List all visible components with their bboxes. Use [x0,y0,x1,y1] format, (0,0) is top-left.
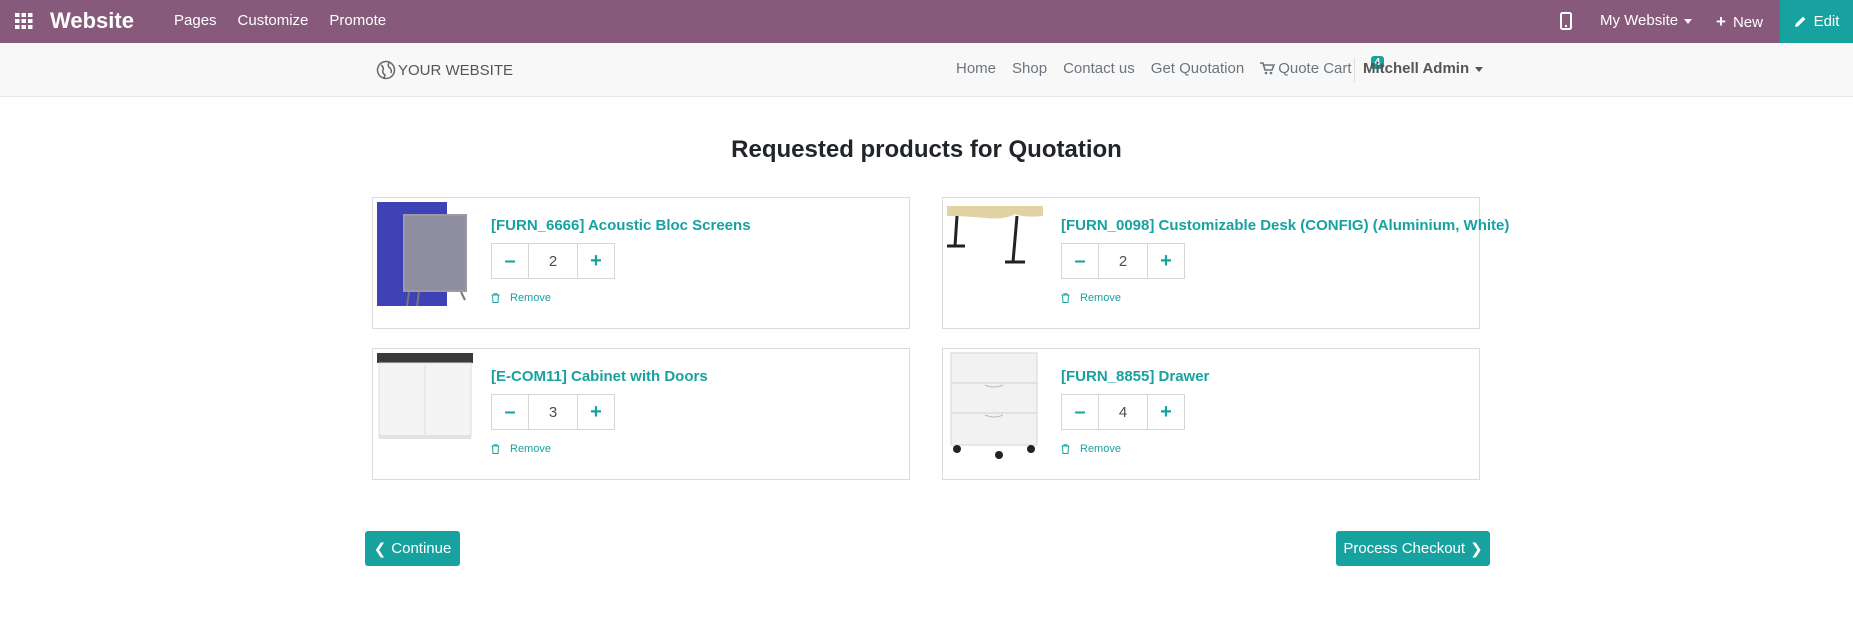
nav-shop[interactable]: Shop [1012,60,1047,77]
menu-customize[interactable]: Customize [238,12,309,29]
website-switcher-label: My Website [1600,12,1679,29]
caret-down-icon [1684,18,1693,24]
nav-contact-us[interactable]: Contact us [1063,60,1135,77]
increase-quantity-button[interactable]: + [577,394,615,430]
quantity-stepper: – 4 + [1061,394,1185,430]
product-card: [FURN_6666] Acoustic Bloc Screens – 2 + … [372,197,910,329]
remove-link[interactable]: Remove [1061,292,1121,304]
user-menu[interactable]: Mitchell Admin [1363,60,1484,77]
quantity-stepper: – 2 + [491,243,615,279]
increase-quantity-button[interactable]: + [1147,394,1185,430]
globe-icon [376,60,396,80]
nav-get-quotation[interactable]: Get Quotation [1151,60,1244,77]
checkout-label: Process Checkout [1343,540,1466,557]
page-title: Requested products for Quotation [731,136,1122,163]
product-card: [FURN_8855] Drawer – 4 + Remove [942,348,1480,480]
caret-down-icon [1475,66,1484,72]
product-name-link[interactable]: [E-COM11] Cabinet with Doors [491,368,708,385]
continue-label: Continue [391,540,452,557]
quantity-stepper: – 2 + [1061,243,1185,279]
increase-quantity-button[interactable]: + [577,243,615,279]
quote-cart-label: Quote Cart [1278,60,1352,77]
new-button-label: New [1732,14,1763,31]
quantity-input[interactable]: 2 [1099,243,1147,279]
product-name-link[interactable]: [FURN_8855] Drawer [1061,368,1209,385]
edit-button-label: Edit [1813,13,1840,30]
drawer-image [950,352,1038,459]
user-name: Mitchell Admin [1363,60,1470,77]
decrease-quantity-button[interactable]: – [491,243,529,279]
remove-link[interactable]: Remove [1061,443,1121,455]
nav-home[interactable]: Home [956,60,996,77]
process-checkout-button[interactable]: Process Checkout ❯ [1336,531,1490,566]
website-navbar: YOUR WEBSITE Home Shop Contact us Get Qu… [0,43,1853,97]
remove-label: Remove [1080,443,1121,455]
quantity-input[interactable]: 3 [529,394,577,430]
remove-link[interactable]: Remove [491,443,551,455]
remove-label: Remove [510,443,551,455]
trash-icon [491,444,500,454]
menu-promote[interactable]: Promote [329,12,386,29]
app-brand[interactable]: Website [50,8,134,34]
trash-icon [1061,444,1070,454]
quantity-stepper: – 3 + [491,394,615,430]
edit-button[interactable]: Edit [1780,0,1853,43]
continue-button[interactable]: ❮ Continue [365,531,460,566]
admin-top-bar: Website Pages Customize Promote My Websi… [0,0,1853,43]
new-button[interactable]: + New [1716,12,1763,32]
increase-quantity-button[interactable]: + [1147,243,1185,279]
mobile-preview-icon[interactable] [1560,12,1572,30]
product-name-link[interactable]: [FURN_6666] Acoustic Bloc Screens [491,217,751,234]
trash-icon [491,293,500,303]
decrease-quantity-button[interactable]: – [1061,394,1099,430]
chevron-right-icon: ❯ [1470,540,1483,558]
decrease-quantity-button[interactable]: – [1061,243,1099,279]
admin-menu: Pages Customize Promote [174,12,407,29]
remove-label: Remove [510,292,551,304]
acoustic-screens-image [377,202,467,307]
quantity-input[interactable]: 4 [1099,394,1147,430]
cart-icon [1260,62,1276,75]
product-name-link[interactable]: [FURN_0098] Customizable Desk (CONFIG) (… [1061,217,1509,234]
product-card: [E-COM11] Cabinet with Doors – 3 + Remov… [372,348,910,480]
desk-image [947,206,1043,264]
cabinet-image [377,353,473,439]
product-card: [FURN_0098] Customizable Desk (CONFIG) (… [942,197,1509,329]
quantity-input[interactable]: 2 [529,243,577,279]
remove-link[interactable]: Remove [491,292,551,304]
remove-label: Remove [1080,292,1121,304]
chevron-left-icon: ❮ [373,540,387,558]
site-logo[interactable]: YOUR WEBSITE [376,60,513,80]
trash-icon [1061,293,1070,303]
decrease-quantity-button[interactable]: – [491,394,529,430]
site-nav-links: Home Shop Contact us Get Quotation Quote… [956,56,1416,77]
apps-menu-icon[interactable] [14,11,34,31]
nav-divider [1354,58,1355,82]
plus-icon: + [1716,12,1726,31]
pencil-icon [1794,16,1805,27]
menu-pages[interactable]: Pages [174,12,217,29]
site-logo-text: YOUR WEBSITE [398,61,514,79]
website-switcher[interactable]: My Website [1600,12,1693,29]
